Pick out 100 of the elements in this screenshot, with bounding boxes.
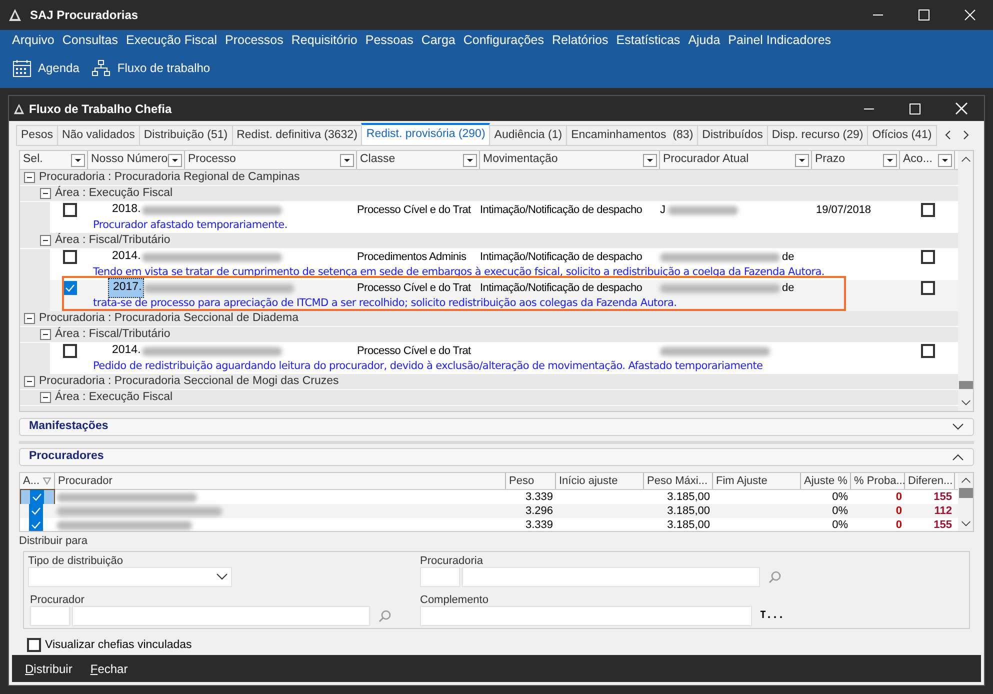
checkbox[interactable] [920,250,934,264]
table-cell-text: de [782,280,794,296]
tab[interactable]: Distribuição (51) [138,125,233,146]
table-cell-text: 155 [932,518,953,531]
checkbox[interactable] [29,518,43,531]
table-cell-text: Procedimentos Adminis [357,250,468,265]
expander-icon[interactable] [40,329,51,340]
filter-dropdown-icon[interactable] [643,154,657,166]
scrollbar-thumb[interactable] [958,488,972,498]
scroll-down-icon[interactable] [960,520,970,528]
menu-item[interactable]: Processos [221,30,288,50]
tab[interactable]: Audiência (1) [489,125,568,146]
menu-item[interactable]: Pessoas [361,30,418,50]
menu-item[interactable]: Painel Indicadores [724,30,836,50]
checkbox[interactable] [63,281,77,295]
column-header[interactable]: Nosso Número [88,151,185,169]
menu-item[interactable]: Requisitório [287,30,362,50]
column-header[interactable]: Início ajuste [556,473,644,489]
filter-dropdown-icon[interactable] [883,154,897,166]
expander-icon[interactable] [24,172,35,183]
column-header[interactable]: Fim Ajuste [713,473,801,489]
tab[interactable]: Pesos [16,125,58,146]
table-cell-text: 19/07/2018 [815,202,872,218]
checkbox[interactable] [63,344,77,358]
menu-item[interactable]: Carga [417,30,460,50]
filter-dropdown-icon[interactable] [340,154,354,166]
column-header[interactable]: Movimentação [480,151,660,169]
column-header[interactable]: Prazo [812,151,900,169]
filter-dropdown-icon[interactable] [795,154,809,166]
menu-item[interactable]: Configurações [459,30,548,50]
column-header[interactable]: Sel. [20,151,88,169]
checkbox[interactable] [27,638,41,652]
input-field[interactable] [462,566,760,586]
column-header[interactable]: Procurador [55,473,506,489]
expander-icon[interactable] [24,313,35,324]
scroll-down-icon[interactable] [960,399,970,407]
table-cell-text: de [782,250,794,265]
dropdown-field[interactable] [28,566,232,586]
tab[interactable]: Distribuídos [697,125,768,146]
menu-item[interactable]: Consultas [58,30,122,50]
scroll-up-icon[interactable] [960,476,970,484]
tab[interactable]: Redist. provisória (290) [361,123,490,146]
scroll-up-icon[interactable] [960,155,970,163]
column-header[interactable]: % Proba... [851,473,905,489]
note-text: Pedido de redistribuição aguardando leitura do procurador, devido à exclusão/alteração de movimentação. Afastado temporariamente [92,359,764,374]
input-field[interactable] [30,606,70,626]
checkbox[interactable] [920,203,934,217]
tab[interactable]: Ofícios (41) [867,125,937,146]
input-field[interactable] [420,606,752,626]
checkbox[interactable] [63,203,77,217]
tab[interactable]: Disp. recurso (29) [766,125,868,146]
group-label: Área : Execução Fiscal [55,389,173,405]
column-header[interactable]: Classe [357,151,480,169]
menu-item[interactable]: Execução Fiscal [122,30,221,50]
expand-icon[interactable] [952,423,964,431]
checkbox[interactable] [920,281,934,295]
filter-dropdown-icon[interactable] [463,154,477,166]
input-field[interactable] [72,606,370,626]
column-header[interactable]: Ajuste % [801,473,851,489]
filter-icon[interactable] [42,477,51,485]
column-header[interactable]: Peso Máxi... [644,473,713,489]
table-cell-text: 0% [831,518,849,531]
tab[interactable]: Redist. definitiva (3632) [232,125,362,146]
expander-icon[interactable] [40,392,51,403]
checkbox[interactable] [920,344,934,358]
table-cell-text: Intimação/Notificação de despacho [480,250,644,265]
checkbox[interactable] [30,490,44,504]
menu-item[interactable]: Relatórios [548,30,612,50]
toolbar-button[interactable]: Agenda [12,58,80,78]
section-header[interactable]: Procuradores [19,448,974,466]
column-header[interactable]: Diferen... [905,473,955,489]
expander-icon[interactable] [40,235,51,246]
toolbar-button[interactable]: Fluxo de trabalho [91,59,210,77]
menu-item[interactable]: Arquivo [8,30,58,50]
expander-icon[interactable] [40,188,51,199]
input-field[interactable] [420,566,460,586]
table-cell-text: 0 [894,490,903,505]
filter-dropdown-icon[interactable] [71,154,85,166]
section-header[interactable]: Manifestações [19,418,974,436]
tab[interactable]: Encaminhamentos (83) [566,125,698,146]
expander-icon[interactable] [24,376,35,387]
menu-item[interactable]: Ajuda [684,30,724,50]
column-header[interactable]: Peso [506,473,556,489]
filter-dropdown-icon[interactable] [168,154,182,166]
checkbox[interactable] [63,250,77,264]
action-button[interactable]: Fechar [90,660,128,678]
hierarchy-icon [91,59,112,77]
text-button[interactable]: T... [760,608,784,623]
collapse-icon[interactable] [952,453,964,461]
column-header[interactable]: Aco... [900,151,955,169]
filter-dropdown-icon[interactable] [938,154,952,166]
column-header[interactable]: Procurador Atual [660,151,812,169]
action-button[interactable]: Distribuir [25,660,72,678]
table-cell-text: 0 [894,518,903,531]
column-header[interactable]: Processo [185,151,357,169]
scrollbar-thumb[interactable] [958,381,972,389]
tab[interactable]: Não validados [56,125,140,146]
table-cell-text: 3.296 [524,504,554,519]
menu-item[interactable]: Estatísticas [612,30,684,50]
table-cell-text: J [660,202,666,218]
